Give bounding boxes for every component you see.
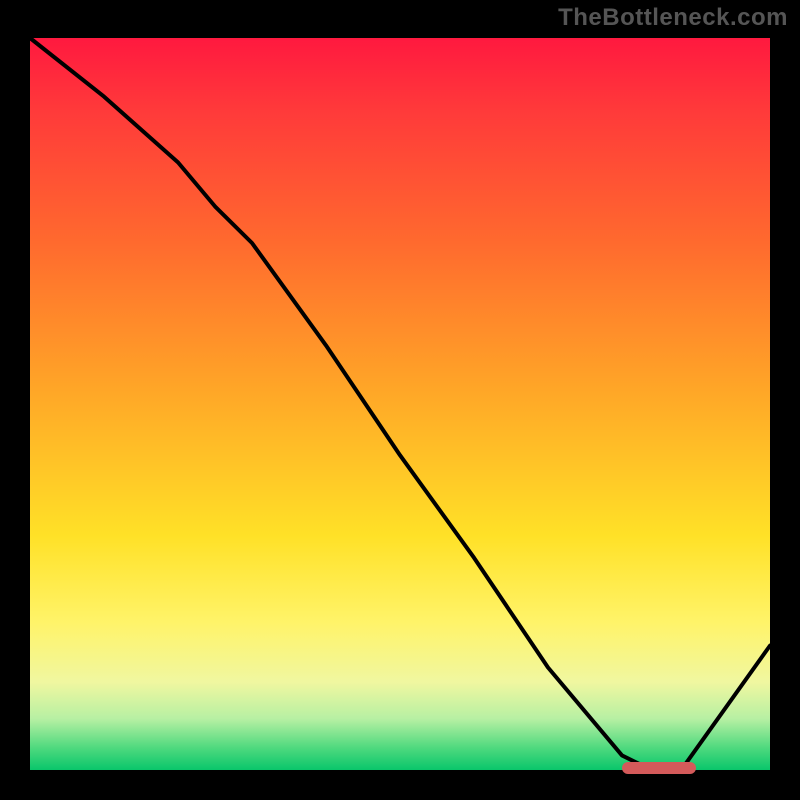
watermark-text: TheBottleneck.com bbox=[558, 4, 788, 32]
plot-area bbox=[30, 38, 770, 770]
optimal-range-marker bbox=[622, 762, 696, 774]
curve-path bbox=[30, 38, 770, 770]
bottleneck-curve bbox=[30, 38, 770, 770]
chart-stage: TheBottleneck.com bbox=[0, 0, 800, 800]
